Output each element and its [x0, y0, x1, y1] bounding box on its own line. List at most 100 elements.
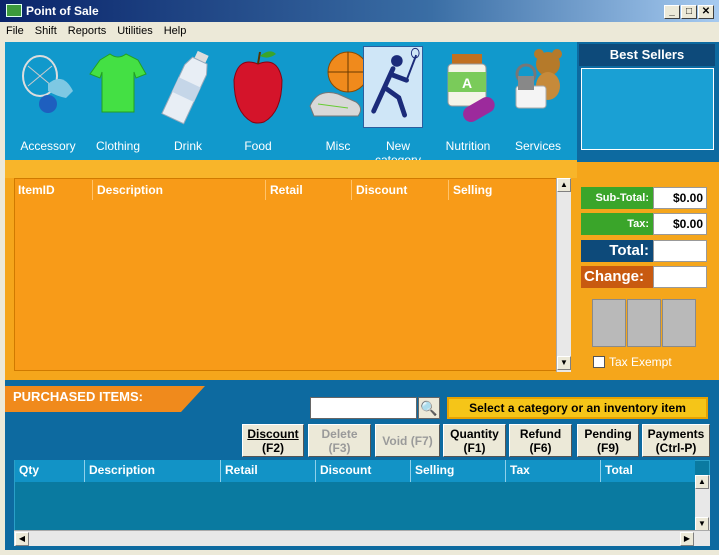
button-label: Pending	[584, 427, 632, 441]
button-label: Quantity	[450, 427, 499, 441]
shirt-icon	[89, 53, 147, 113]
tax-exempt-checkbox[interactable]: Tax Exempt	[593, 355, 672, 369]
scroll-down-icon[interactable]: ▼	[695, 517, 709, 531]
column-header-qty[interactable]: Qty	[15, 460, 84, 482]
maximize-button[interactable]: □	[681, 5, 697, 19]
void-button[interactable]: Void (F7)	[375, 424, 440, 457]
category-label: Nutrition	[445, 139, 491, 153]
subtotal-label: Sub-Total:	[581, 187, 653, 209]
column-header-retail[interactable]: Retail	[220, 460, 315, 482]
card-payment-icon[interactable]	[627, 299, 661, 347]
best-sellers-title: Best Sellers	[579, 44, 715, 66]
tax-value: $0.00	[653, 213, 707, 235]
category-label: Clothing	[95, 139, 141, 153]
search-button[interactable]: 🔍	[418, 397, 440, 419]
category-new-category[interactable]: New category	[363, 42, 433, 167]
menu-help[interactable]: Help	[158, 22, 192, 37]
items-grid-scrollbar[interactable]: ▲ ▼	[556, 178, 571, 372]
category-drink[interactable]: Drink	[153, 42, 223, 160]
discount-button[interactable]: Discount (F2)	[242, 424, 304, 457]
total-label: Total:	[581, 240, 653, 262]
app-icon	[6, 4, 22, 17]
button-key: (F1)	[463, 441, 486, 455]
button-label: Payments	[647, 427, 705, 441]
column-header-retail[interactable]: Retail	[265, 180, 351, 200]
change-label: Change:	[581, 266, 653, 288]
window-title: Point of Sale	[26, 4, 99, 18]
category-label: Accessory	[20, 139, 76, 153]
column-header-tax[interactable]: Tax	[505, 460, 600, 482]
column-header-description[interactable]: Description	[92, 180, 265, 200]
category-bar: Accessory Clothing Drink Food Misc New A…	[5, 42, 577, 167]
column-header-itemid[interactable]: ItemID	[14, 180, 92, 200]
water-bottle-icon	[161, 50, 209, 125]
accessory-icon	[22, 55, 73, 113]
tax-exempt-label: Tax Exempt	[609, 355, 672, 369]
teddy-bear-icon	[515, 49, 562, 109]
category-clothing[interactable]: Clothing	[83, 42, 153, 160]
search-icon: 🔍	[420, 400, 438, 416]
delete-button[interactable]: Delete (F3)	[308, 424, 371, 457]
quantity-button[interactable]: Quantity (F1)	[443, 424, 506, 457]
menu-file[interactable]: File	[0, 22, 29, 37]
menu-shift[interactable]: Shift	[29, 22, 62, 37]
tax-label: Tax:	[581, 213, 653, 235]
sports-icon	[309, 51, 368, 117]
category-food[interactable]: Food	[223, 42, 293, 160]
button-label: Refund	[519, 427, 562, 441]
button-label: Void (F7)	[382, 434, 433, 448]
category-accessory[interactable]: Accessory	[13, 42, 83, 160]
minimize-button[interactable]: _	[664, 5, 680, 19]
total-value	[653, 240, 707, 262]
title-bar: Point of Sale _ □ ✕	[0, 0, 719, 22]
purchased-grid-hscrollbar[interactable]: ◀ ▶	[14, 530, 710, 546]
button-key: (F2)	[262, 441, 284, 455]
scroll-up-icon[interactable]: ▲	[695, 475, 709, 489]
button-key: (F9)	[597, 441, 619, 455]
category-label: Food	[244, 139, 272, 153]
scroll-down-icon[interactable]: ▼	[557, 356, 571, 370]
menu-bar: File Shift Reports Utilities Help	[0, 22, 719, 42]
checkbox-icon[interactable]	[593, 356, 605, 368]
payment-icons	[592, 299, 696, 349]
order-panel-top	[5, 160, 577, 178]
column-header-description[interactable]: Description	[84, 460, 220, 482]
button-label: Delete	[321, 427, 358, 441]
svg-text:A: A	[462, 75, 472, 91]
category-nutrition[interactable]: A Nutrition	[433, 42, 503, 160]
cash-payment-icon[interactable]	[592, 299, 626, 347]
button-key: (F6)	[529, 441, 552, 455]
payments-button[interactable]: Payments (Ctrl-P)	[642, 424, 710, 457]
scroll-up-icon[interactable]: ▲	[557, 178, 571, 192]
supplement-icon: A	[447, 54, 495, 122]
button-key: (F3)	[328, 441, 351, 455]
items-grid-header: ItemID Description Retail Discount Selli…	[14, 180, 557, 200]
lacrosse-player-icon	[363, 46, 423, 128]
purchased-grid-vscrollbar[interactable]: ▲ ▼	[695, 475, 710, 532]
menu-utilities[interactable]: Utilities	[111, 22, 157, 37]
column-header-selling[interactable]: Selling	[410, 460, 505, 482]
check-payment-icon[interactable]	[662, 299, 696, 347]
scroll-right-icon[interactable]: ▶	[680, 532, 694, 546]
column-header-discount[interactable]: Discount	[315, 460, 410, 482]
best-sellers-list[interactable]	[581, 68, 714, 150]
pending-button[interactable]: Pending (F9)	[577, 424, 639, 457]
category-label: Services	[514, 139, 561, 153]
scroll-left-icon[interactable]: ◀	[15, 532, 29, 546]
category-label: Drink	[173, 139, 202, 153]
close-button[interactable]: ✕	[698, 5, 714, 19]
button-label: Discount	[247, 427, 299, 441]
search-input[interactable]	[310, 397, 417, 419]
items-grid[interactable]	[14, 178, 557, 371]
column-header-discount[interactable]: Discount	[351, 180, 448, 200]
status-hint: Select a category or an inventory item	[447, 397, 708, 419]
menu-reports[interactable]: Reports	[62, 22, 112, 37]
category-services[interactable]: Services	[503, 42, 573, 160]
button-key: (Ctrl-P)	[655, 441, 697, 455]
change-value	[653, 266, 707, 288]
column-header-selling[interactable]: Selling	[448, 180, 556, 200]
purchased-items-title: PURCHASED ITEMS:	[5, 386, 205, 412]
column-header-total[interactable]: Total	[600, 460, 695, 482]
refund-button[interactable]: Refund (F6)	[509, 424, 572, 457]
subtotal-value: $0.00	[653, 187, 707, 209]
